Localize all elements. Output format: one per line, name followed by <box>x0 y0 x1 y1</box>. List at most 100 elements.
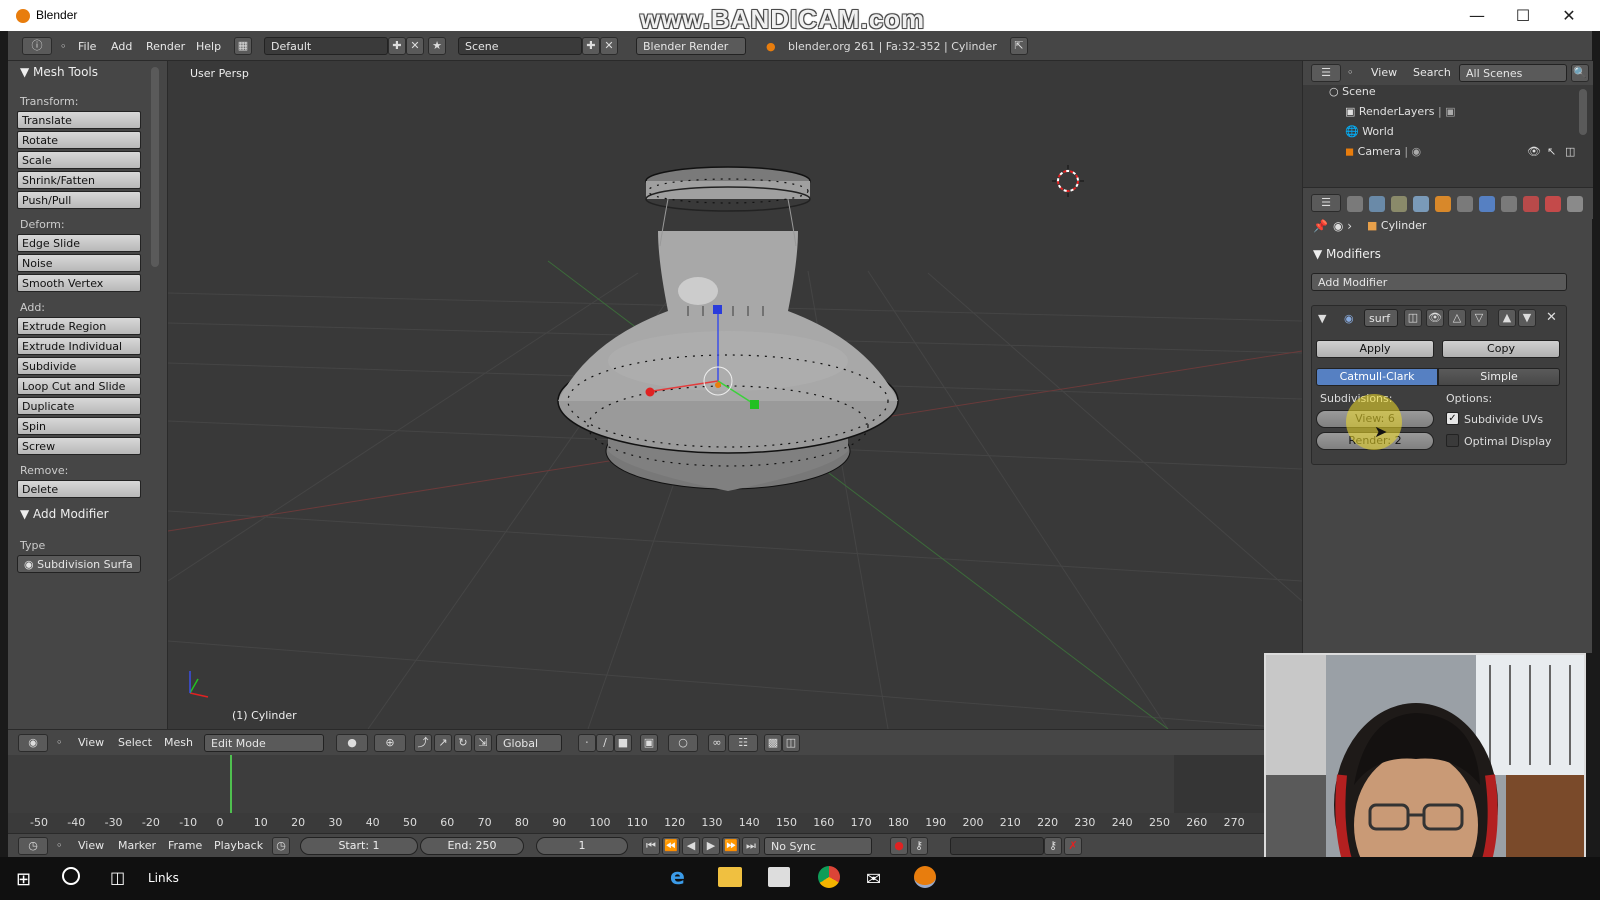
delete-button[interactable]: Delete <box>17 480 141 498</box>
move-modifier-down-icon[interactable]: ▼ <box>1518 309 1536 327</box>
pivot-point-icon[interactable]: ⊕ <box>374 734 406 752</box>
menu-marker[interactable]: Marker <box>118 839 156 852</box>
timeline-ruler[interactable]: -50 -40 -30 -20 -10 0 10 20 30 40 50 60 70 80 90 100 110… <box>8 813 1270 833</box>
scale-manipulator-icon[interactable]: ⇲ <box>474 734 492 752</box>
texture-tab-icon[interactable] <box>1545 196 1561 212</box>
rotate-manipulator-icon[interactable]: ↻ <box>454 734 472 752</box>
play-icon[interactable]: ▶ <box>702 837 720 855</box>
modifier-collapse-icon[interactable]: ▼ <box>1318 312 1326 325</box>
links-toolbar[interactable]: Links <box>148 871 179 885</box>
modifier-name-field[interactable]: surf <box>1364 309 1398 327</box>
play-reverse-icon[interactable]: ◀ <box>682 837 700 855</box>
translate-manipulator-icon[interactable]: ↗ <box>434 734 452 752</box>
render-layers-tab-icon[interactable] <box>1369 196 1385 212</box>
viewport-canvas[interactable] <box>168 61 1302 729</box>
outliner-menu-search[interactable]: Search <box>1413 66 1451 79</box>
outliner-item-world[interactable]: 🌐 World <box>1345 125 1394 138</box>
snap-element-icon[interactable]: ☷ <box>728 734 758 752</box>
screen-layout-field[interactable]: Default <box>264 37 388 55</box>
screen-layout-icon[interactable]: ▦ <box>234 37 252 55</box>
viewport-shading-icon[interactable]: ● <box>336 734 368 752</box>
data-tab-icon[interactable] <box>1501 196 1517 212</box>
cylinder-mesh[interactable] <box>557 166 899 491</box>
modifier-cage-toggle-icon[interactable]: ▽ <box>1470 309 1488 327</box>
menu-help[interactable]: Help <box>196 40 221 53</box>
keying-set-icon[interactable]: ⚷ <box>910 837 928 855</box>
add-modifier-panel-header[interactable]: ▼ Add Modifier <box>20 507 109 521</box>
current-frame-indicator[interactable] <box>230 755 232 813</box>
edge-slide-button[interactable]: Edge Slide <box>17 234 141 252</box>
editor-type-properties-icon[interactable]: ☰ <box>1311 194 1341 212</box>
modifiers-tab-icon[interactable] <box>1479 196 1495 212</box>
render-tab-icon[interactable] <box>1347 196 1363 212</box>
fullscreen-icon[interactable]: ⇱ <box>1010 37 1028 55</box>
maximize-icon[interactable]: ☐ <box>1508 6 1538 25</box>
add-modifier-select[interactable]: Add Modifier <box>1311 273 1567 291</box>
outliner-scrollbar[interactable] <box>1579 89 1587 135</box>
opengl-anim-icon[interactable]: ◫ <box>782 734 800 752</box>
outliner-item-camera[interactable]: ◼ Camera | ◉ <box>1345 145 1421 158</box>
collapse-3d-menu-icon[interactable]: ◦ <box>56 736 63 749</box>
add-layout-icon[interactable]: ✚ <box>388 37 406 55</box>
collapse-menu-icon[interactable]: ◦ <box>60 40 67 53</box>
3d-viewport[interactable]: User Persp (1) Cylinder <box>168 61 1302 729</box>
edge-select-icon[interactable]: ∕ <box>596 734 614 752</box>
delete-keyframe-icon[interactable]: ✗ <box>1064 837 1082 855</box>
tool-shelf-scrollbar[interactable] <box>151 67 159 267</box>
simple-toggle[interactable]: Simple <box>1438 368 1560 386</box>
copy-button[interactable]: Copy <box>1442 340 1560 358</box>
loop-cut-slide-button[interactable]: Loop Cut and Slide <box>17 377 141 395</box>
extrude-region-button[interactable]: Extrude Region <box>17 317 141 335</box>
occlude-geometry-icon[interactable]: ▣ <box>640 734 658 752</box>
spin-button[interactable]: Spin <box>17 417 141 435</box>
render-engine-select[interactable]: Blender Render <box>636 37 746 55</box>
noise-button[interactable]: Noise <box>17 254 141 272</box>
start-frame-field[interactable]: Start: 1 <box>300 837 418 855</box>
world-tab-icon[interactable] <box>1413 196 1429 212</box>
insert-keyframe-icon[interactable]: ⚷ <box>1044 837 1062 855</box>
rotate-button[interactable]: Rotate <box>17 131 141 149</box>
apply-button[interactable]: Apply <box>1316 340 1434 358</box>
extrude-individual-button[interactable]: Extrude Individual <box>17 337 141 355</box>
remove-modifier-icon[interactable]: ✕ <box>1546 310 1557 325</box>
outliner-display-mode-select[interactable]: All Scenes <box>1459 64 1567 82</box>
shrink-fatten-button[interactable]: Shrink/Fatten <box>17 171 141 189</box>
particles-tab-icon[interactable] <box>1567 196 1583 212</box>
remove-layout-icon[interactable]: ✕ <box>406 37 424 55</box>
vertex-select-icon[interactable]: ⋅ <box>578 734 596 752</box>
menu-3d-view[interactable]: View <box>78 736 104 749</box>
collapse-timeline-menu-icon[interactable]: ◦ <box>56 839 63 852</box>
jump-start-icon[interactable]: ⏮ <box>642 837 660 855</box>
outliner-item-scene[interactable]: ○ Scene <box>1329 85 1376 98</box>
outliner-item-renderlayers[interactable]: ▣ RenderLayers | ▣ <box>1345 105 1456 118</box>
edge-browser-icon[interactable]: e <box>670 865 685 890</box>
push-pull-button[interactable]: Push/Pull <box>17 191 141 209</box>
modifier-render-toggle-icon[interactable]: ◫ <box>1404 309 1422 327</box>
remove-scene-icon[interactable]: ✕ <box>600 37 618 55</box>
optimal-display-checkbox[interactable] <box>1446 434 1459 447</box>
move-modifier-up-icon[interactable]: ▲ <box>1498 309 1516 327</box>
menu-playback[interactable]: Playback <box>214 839 263 852</box>
outliner[interactable]: ☰ ◦ View Search All Scenes 🔍 ○ Scene ▣ R… <box>1303 61 1593 187</box>
scale-button[interactable]: Scale <box>17 151 141 169</box>
mesh-tools-panel-header[interactable]: ▼ Mesh Tools <box>20 65 98 79</box>
object-tab-icon[interactable] <box>1435 196 1451 212</box>
close-window-icon[interactable]: ✕ <box>1554 6 1584 25</box>
editor-type-timeline-icon[interactable]: ◷ <box>18 837 48 855</box>
modifier-viewport-toggle-icon[interactable]: 👁 <box>1426 309 1444 327</box>
subdivide-button[interactable]: Subdivide <box>17 357 141 375</box>
task-view-icon[interactable]: ◫ <box>110 868 125 887</box>
pin-icon[interactable]: 📌 <box>1313 219 1328 233</box>
cortana-icon[interactable] <box>62 867 80 885</box>
constraints-tab-icon[interactable] <box>1457 196 1473 212</box>
scene-tab-icon[interactable] <box>1391 196 1407 212</box>
modifier-type-select[interactable]: ◉ Subdivision Surfa <box>17 555 141 573</box>
material-tab-icon[interactable] <box>1523 196 1539 212</box>
menu-timeline-view[interactable]: View <box>78 839 104 852</box>
proportional-edit-icon[interactable]: ○ <box>668 734 698 752</box>
windows-start-icon[interactable]: ⊞ <box>16 869 31 890</box>
add-scene-icon[interactable]: ✚ <box>582 37 600 55</box>
end-frame-field[interactable]: End: 250 <box>420 837 524 855</box>
editor-type-3d-icon[interactable]: ◉ <box>18 734 48 752</box>
snap-toggle-icon[interactable]: ∞ <box>708 734 726 752</box>
